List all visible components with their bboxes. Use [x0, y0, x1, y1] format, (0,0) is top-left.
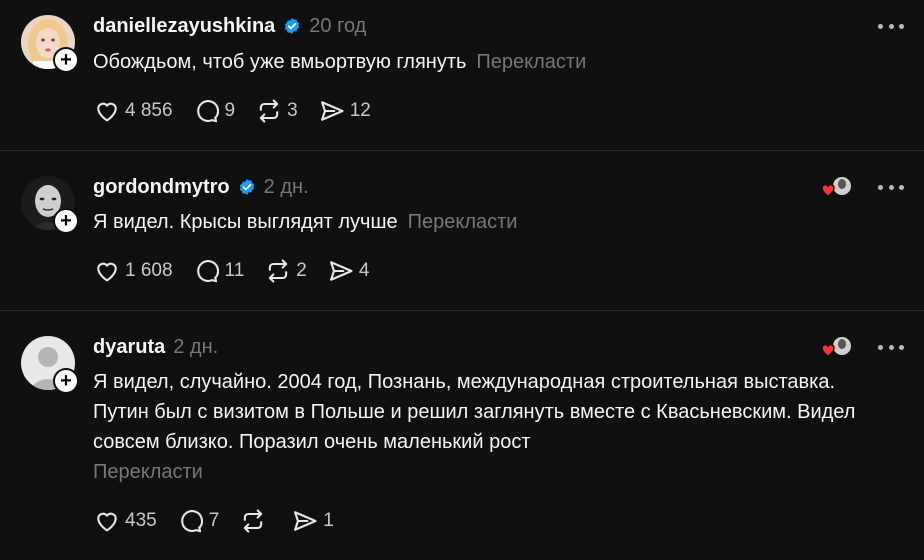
- post-1: + daniellezayushkina 20 год Обождьом, чт…: [0, 0, 924, 150]
- heart-icon: [97, 102, 117, 122]
- reply-count: 9: [224, 100, 236, 121]
- repost-button[interactable]: [239, 507, 271, 535]
- post-time: 2 дн.: [173, 335, 219, 358]
- comment-icon: [196, 100, 219, 123]
- reply-button[interactable]: 9: [193, 97, 236, 125]
- post-header: gordondmytro 2 дн.: [93, 173, 309, 201]
- share-count: 12: [349, 100, 371, 121]
- username[interactable]: gordondmytro: [93, 176, 230, 199]
- post-2: + gordondmytro 2 дн. Я видел. Крысы выгл…: [0, 151, 924, 310]
- post-header: dyaruta 2 дн.: [93, 333, 218, 361]
- repost-icon: [259, 99, 279, 123]
- post-time: 2 дн.: [263, 175, 309, 198]
- post-actions: 1 608 11 2 4: [93, 256, 389, 286]
- share-count: 1: [323, 510, 334, 531]
- repost-count: 2: [296, 260, 307, 281]
- reply-button[interactable]: 11: [193, 257, 245, 285]
- like-button[interactable]: 4 856: [93, 97, 173, 125]
- avatar-wrap[interactable]: +: [21, 176, 79, 234]
- verified-badge-icon: [239, 179, 254, 195]
- reply-button[interactable]: 7: [177, 507, 220, 535]
- post-body: Я видел. Крысы выглядят лучше: [93, 211, 398, 233]
- reply-count: 7: [208, 510, 220, 531]
- follow-plus-icon[interactable]: +: [53, 368, 79, 394]
- repost-count: 3: [287, 100, 298, 121]
- translate-link[interactable]: Перекласти: [93, 457, 883, 487]
- post-text: Я видел. Крысы выглядят лучше Перекласти: [93, 207, 893, 237]
- avatar-wrap[interactable]: +: [21, 15, 79, 73]
- like-button[interactable]: 1 608: [93, 257, 173, 285]
- send-icon: [320, 101, 344, 121]
- liked-by-author-icon: [821, 175, 853, 197]
- reply-count: 11: [224, 260, 245, 281]
- heart-icon: [97, 512, 117, 532]
- repost-button[interactable]: 3: [255, 97, 298, 125]
- translate-link[interactable]: Перекласти: [408, 211, 518, 233]
- share-button[interactable]: 12: [318, 97, 371, 125]
- replies-feed: + daniellezayushkina 20 год Обождьом, чт…: [0, 0, 924, 560]
- post-body: Обождьом, чтоб уже вмьортвую глянуть: [93, 51, 467, 73]
- username[interactable]: daniellezayushkina: [93, 15, 275, 38]
- post-3: + dyaruta 2 дн. Я видел, случайно. 2004 …: [0, 311, 924, 560]
- repost-icon: [269, 259, 288, 283]
- post-text: Обождьом, чтоб уже вмьортвую глянуть Пере…: [93, 47, 893, 77]
- comment-icon: [180, 510, 203, 533]
- more-options-icon[interactable]: [878, 337, 904, 357]
- post-header: daniellezayushkina 20 год: [93, 12, 366, 40]
- verified-badge-icon: [285, 18, 300, 34]
- more-options-icon[interactable]: [878, 177, 904, 197]
- comment-icon: [196, 260, 219, 283]
- share-button[interactable]: 4: [327, 257, 370, 285]
- post-text: Я видел, случайно. 2004 год, Познань, ме…: [93, 367, 883, 487]
- follow-plus-icon[interactable]: +: [53, 47, 79, 73]
- like-count: 4 856: [125, 100, 173, 121]
- post-body: Я видел, случайно. 2004 год, Познань, ме…: [93, 371, 856, 453]
- like-count: 435: [125, 510, 157, 531]
- send-icon: [294, 511, 317, 531]
- send-icon: [329, 261, 353, 281]
- post-actions: 4 856 9 3 12: [93, 96, 391, 126]
- heart-icon: [97, 262, 117, 282]
- liked-by-author-icon: [821, 335, 853, 357]
- repost-button[interactable]: 2: [264, 257, 307, 285]
- translate-link[interactable]: Перекласти: [476, 51, 586, 73]
- follow-plus-icon[interactable]: +: [53, 208, 79, 234]
- like-count: 1 608: [125, 260, 173, 281]
- like-button[interactable]: 435: [93, 507, 157, 535]
- more-options-icon[interactable]: [878, 16, 904, 36]
- username[interactable]: dyaruta: [93, 336, 165, 359]
- share-button[interactable]: 1: [291, 507, 334, 535]
- repost-icon: [244, 509, 263, 533]
- avatar-wrap[interactable]: +: [21, 336, 79, 394]
- post-actions: 435 7 1: [93, 506, 354, 536]
- share-count: 4: [358, 260, 370, 281]
- post-time: 20 год: [309, 14, 367, 37]
